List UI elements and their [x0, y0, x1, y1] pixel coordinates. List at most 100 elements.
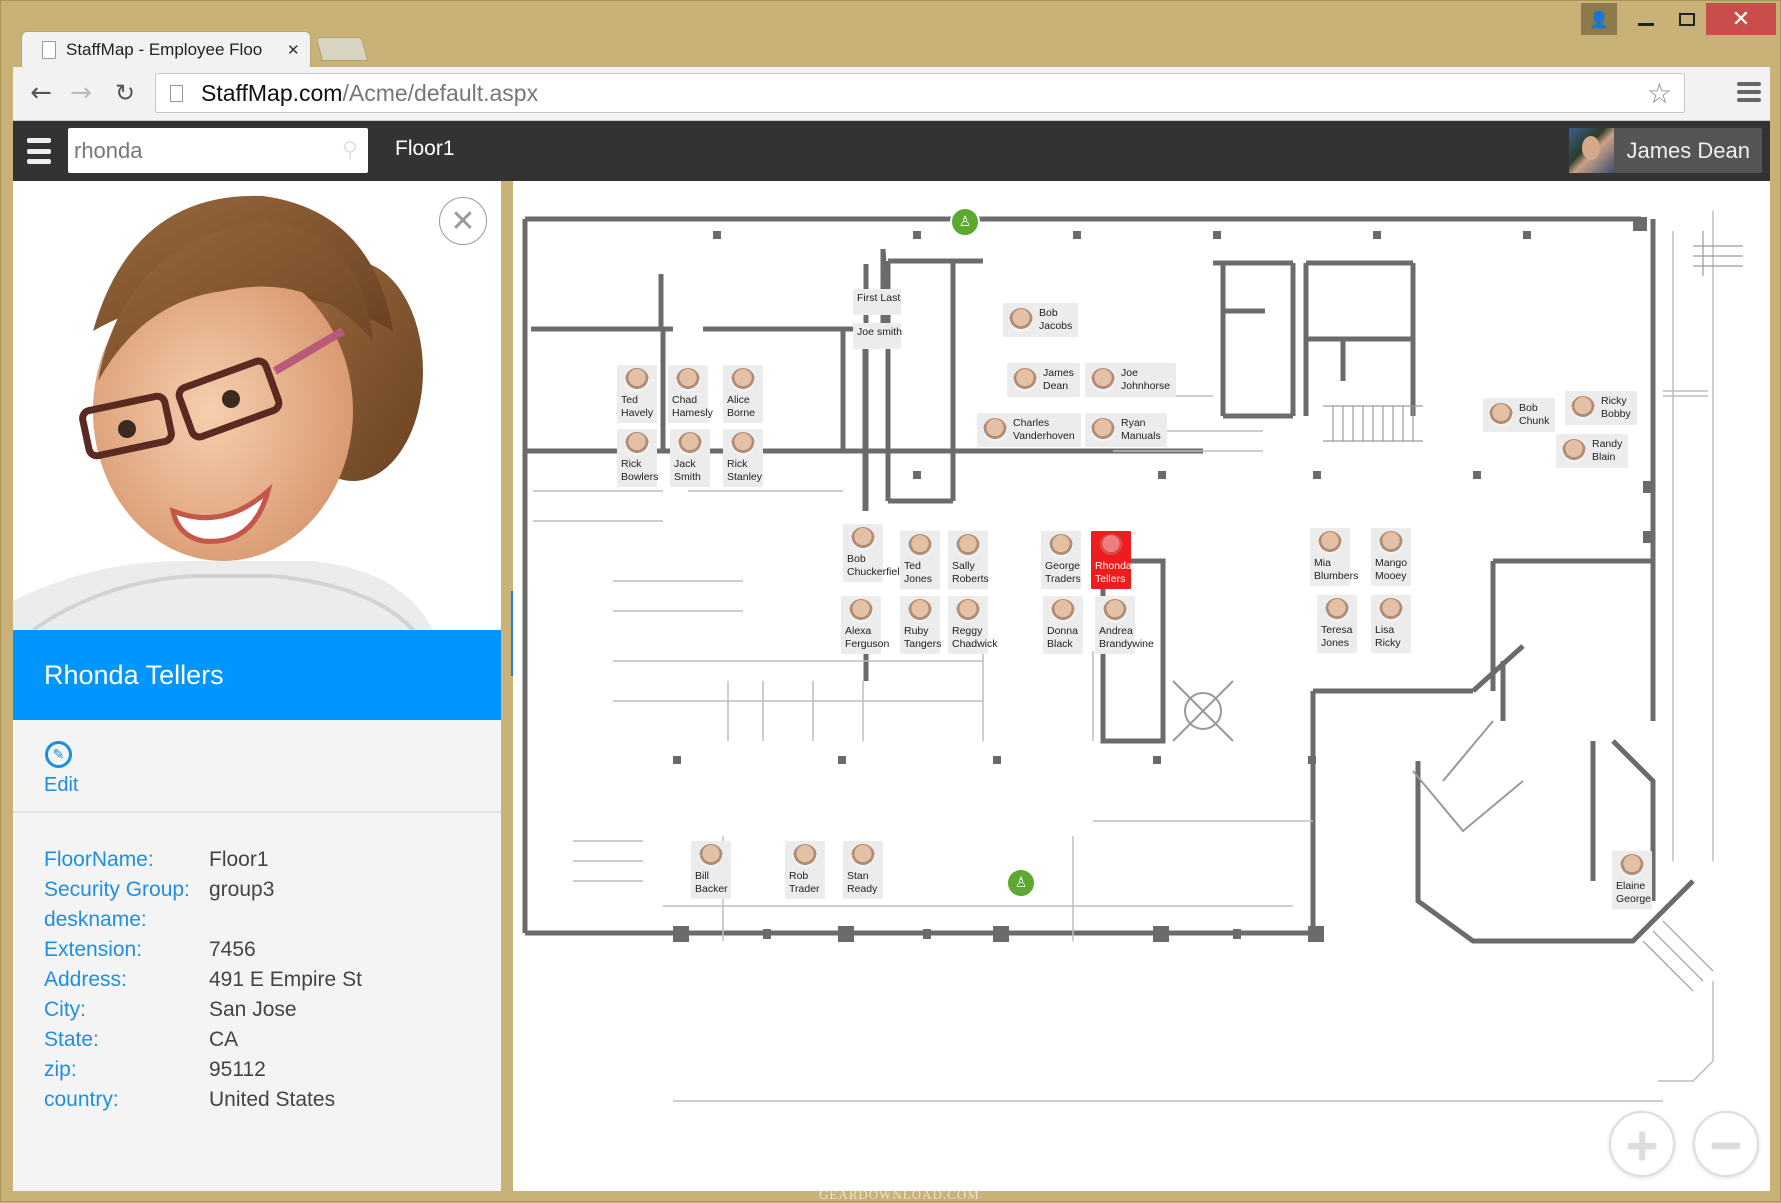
page-icon: [170, 84, 183, 102]
profile-glyph: 👤: [1589, 9, 1609, 29]
employee-marker[interactable]: Ted Jones: [900, 531, 940, 589]
employee-marker[interactable]: Sally Roberts: [948, 531, 989, 589]
employee-marker[interactable]: Mango Mooey: [1371, 528, 1411, 586]
first-name: Randy: [1592, 438, 1623, 450]
detail-label: City:: [44, 998, 86, 1021]
minimize-button[interactable]: [1626, 3, 1666, 35]
zoom-out-button[interactable]: −: [1693, 1111, 1759, 1177]
employee-marker[interactable]: Chad Hamesly: [668, 365, 713, 423]
zoom-in-button[interactable]: +: [1609, 1111, 1675, 1177]
hamburger-menu-icon[interactable]: [27, 138, 51, 164]
employee-avatar: [1379, 531, 1403, 555]
employee-avatar: [956, 534, 980, 558]
detail-value: CA: [209, 1028, 239, 1051]
last-name: Traders: [1045, 573, 1081, 585]
employee-marker[interactable]: Ted Havely: [617, 365, 657, 423]
employee-marker-name: Bob Jacobs: [1039, 307, 1072, 333]
bookmark-star-icon[interactable]: ☆: [1647, 77, 1672, 110]
detail-label: FloorName:: [44, 848, 154, 871]
employee-marker[interactable]: Joe Johnhorse: [1085, 363, 1177, 397]
employee-marker[interactable]: Bob Chuckerfield: [843, 524, 905, 582]
search-input[interactable]: [68, 128, 318, 173]
employee-marker[interactable]: Teresa Jones: [1317, 595, 1357, 653]
user-menu[interactable]: James Dean: [1569, 128, 1762, 173]
last-name: Manuals: [1121, 430, 1161, 442]
employee-marker-selected[interactable]: Rhonda Tellers: [1091, 531, 1132, 589]
employee-marker[interactable]: Rick Stanley: [723, 429, 763, 487]
employee-marker[interactable]: Randy Blain: [1556, 434, 1629, 468]
address-bar[interactable]: StaffMap.com/Acme/default.aspx ☆: [155, 73, 1685, 113]
portrait-illustration: [13, 195, 433, 630]
employee-marker[interactable]: First Last: [853, 289, 901, 315]
floor-plan-map[interactable]: Ted Havely Chad Hamesly Alice Borne Rick Bowler…: [513, 181, 1770, 1191]
window-close-button[interactable]: ✕: [1706, 3, 1776, 35]
first-name: Alice: [727, 394, 750, 406]
employee-marker[interactable]: Mia Blumbers: [1310, 528, 1358, 586]
edit-label: Edit: [44, 774, 79, 796]
employee-marker[interactable]: Lisa Ricky: [1371, 595, 1411, 653]
detail-row: State: CA: [44, 1025, 362, 1055]
last-name: Bowlers: [621, 471, 659, 483]
new-tab-button[interactable]: [315, 37, 369, 61]
first-name: Rick: [727, 458, 748, 470]
employee-avatar: [1091, 418, 1115, 442]
employee-marker[interactable]: Joe smith: [853, 323, 902, 349]
detail-label: Address:: [44, 968, 127, 991]
employee-marker[interactable]: Reggy Chadwick: [948, 596, 998, 654]
employee-marker[interactable]: Elaine George: [1612, 851, 1652, 909]
employee-avatar: [956, 599, 980, 623]
employee-marker[interactable]: Bill Backer: [691, 841, 731, 899]
employee-marker[interactable]: James Dean: [1007, 363, 1080, 397]
employee-marker[interactable]: Charles Vanderhoven: [977, 413, 1081, 447]
search-icon[interactable]: ⚲: [342, 138, 358, 163]
last-name: Bobby: [1601, 408, 1631, 420]
detail-row: zip: 95112: [44, 1055, 362, 1085]
employee-marker[interactable]: Donna Black: [1043, 596, 1083, 654]
employee-marker-name: Andrea Brandywine: [1099, 625, 1154, 651]
maximize-button[interactable]: [1666, 3, 1708, 35]
back-button[interactable]: ←: [25, 77, 57, 109]
first-name: Bill: [695, 870, 710, 882]
employee-marker[interactable]: Jack Smith: [670, 429, 710, 487]
employee-marker[interactable]: Ricky Bobby: [1565, 391, 1637, 425]
employee-marker[interactable]: Andrea Brandywine: [1095, 596, 1154, 654]
employee-marker[interactable]: Rob Trader: [785, 841, 825, 899]
forward-button[interactable]: →: [65, 77, 97, 109]
employee-marker-name: Chad Hamesly: [672, 394, 713, 420]
employee-marker-name: Joe smith: [857, 326, 902, 339]
employee-marker[interactable]: Ruby Tangers: [900, 596, 941, 654]
tab-close-icon[interactable]: ✕: [287, 41, 300, 59]
search-box: ⚲: [68, 128, 368, 173]
detail-row: deskname:: [44, 905, 362, 935]
reload-button[interactable]: ↻: [109, 77, 141, 109]
close-panel-button[interactable]: ✕: [439, 197, 487, 245]
employee-marker-name: Stan Ready: [847, 870, 879, 896]
profile-icon[interactable]: 👤: [1581, 3, 1617, 35]
employee-marker[interactable]: George Traders: [1041, 531, 1081, 589]
first-name: Chad: [672, 394, 698, 406]
last-name: Ferguson: [845, 638, 890, 650]
minimize-icon: [1638, 22, 1654, 26]
tab-staffmap[interactable]: StaffMap - Employee Floo ✕: [21, 31, 311, 67]
edit-button[interactable]: ✎ Edit: [44, 741, 78, 797]
employee-marker[interactable]: Alice Borne: [723, 365, 763, 423]
employee-marker[interactable]: Rick Bowlers: [617, 429, 659, 487]
employee-marker-name: Reggy Chadwick: [952, 625, 998, 651]
employee-avatar: [1013, 368, 1037, 392]
first-name: Joe: [1121, 367, 1138, 379]
employee-marker-name: Rick Bowlers: [621, 458, 659, 484]
watermark: GEARDOWNLOAD.COM: [819, 1187, 980, 1202]
employee-avatar: [731, 368, 755, 392]
employee-name-bar: Rhonda Tellers: [13, 630, 501, 720]
employee-marker[interactable]: Alexa Ferguson: [841, 596, 890, 654]
employee-marker[interactable]: Stan Ready: [843, 841, 883, 899]
employee-marker[interactable]: Ryan Manuals: [1085, 413, 1167, 447]
employee-marker-name: Ryan Manuals: [1121, 417, 1161, 443]
employee-marker[interactable]: Bob Chunk: [1483, 398, 1556, 432]
available-desk-chair-icon[interactable]: ♙: [950, 207, 980, 237]
employee-marker[interactable]: Bob Jacobs: [1003, 303, 1079, 337]
last-name: Smith: [674, 471, 701, 483]
employee-avatar: [625, 368, 649, 392]
available-desk-chair-icon[interactable]: ♙: [1006, 868, 1036, 898]
browser-menu-button[interactable]: [1737, 79, 1761, 105]
